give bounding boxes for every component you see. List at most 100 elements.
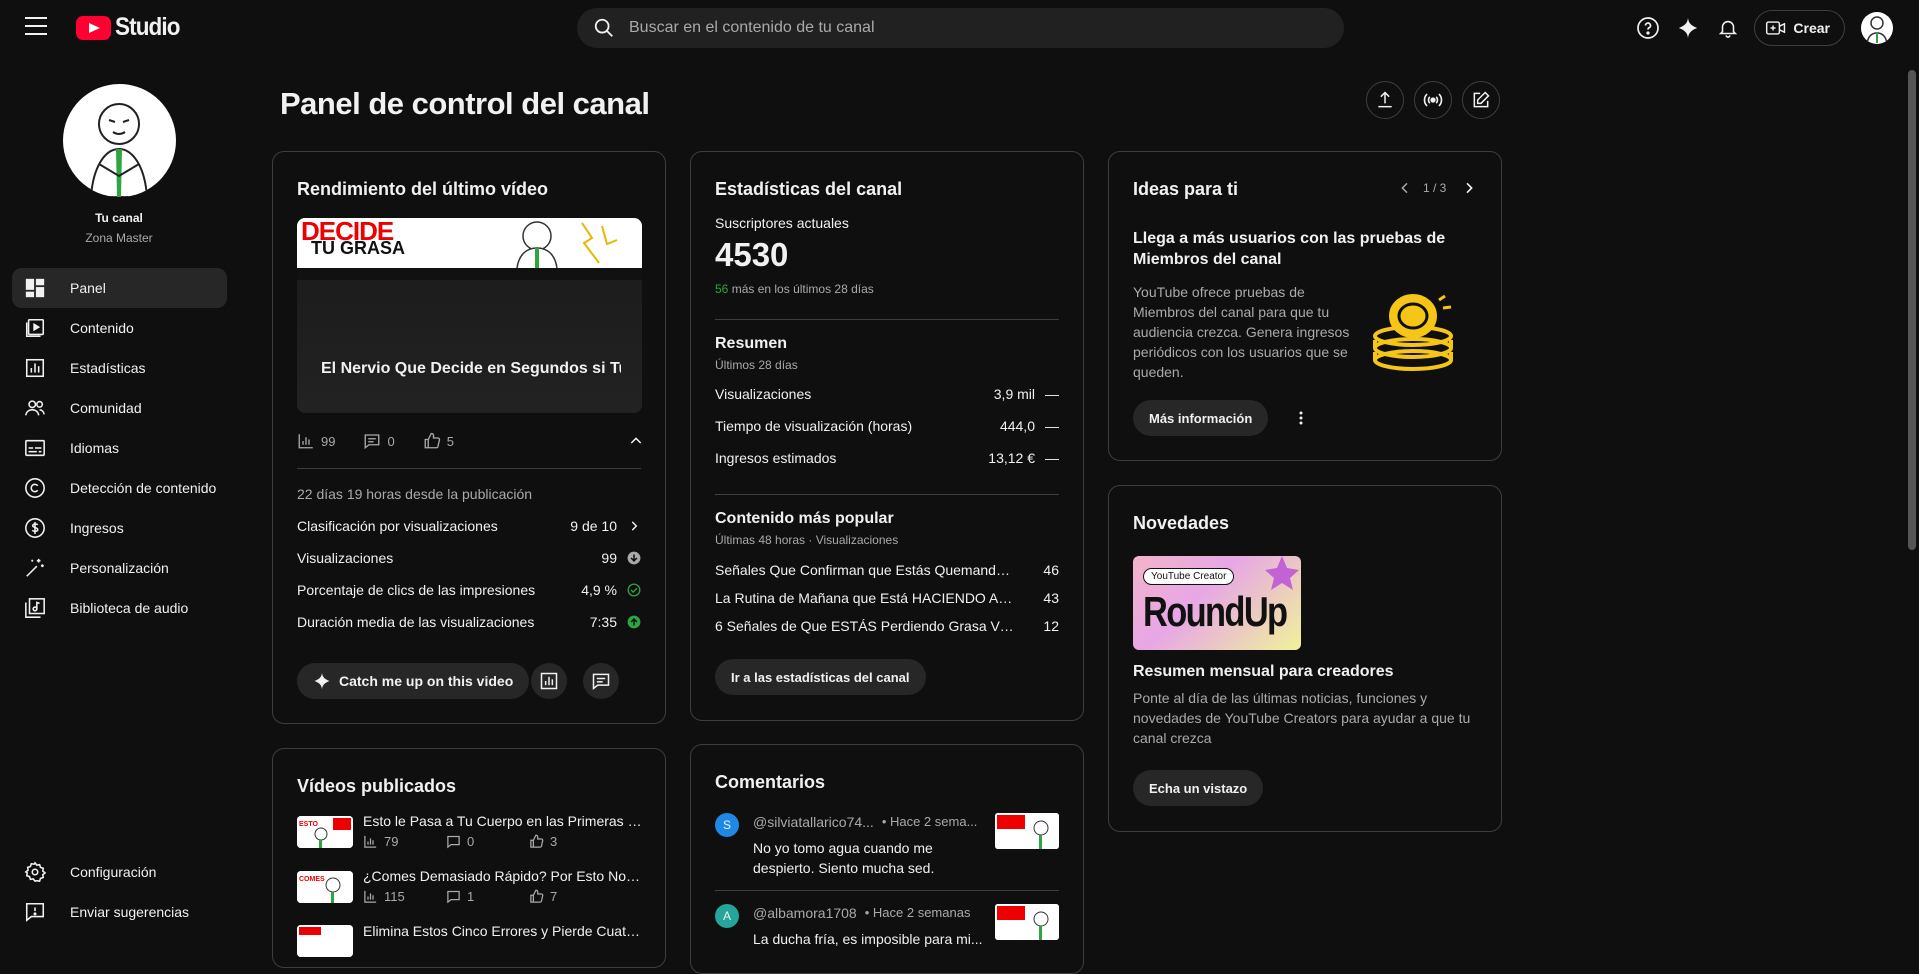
feedback-icon (25, 902, 45, 922)
chevron-up-icon[interactable] (628, 433, 644, 449)
search-box[interactable] (577, 8, 1344, 48)
sidebar-item-audio-library[interactable]: Biblioteca de audio (12, 588, 227, 628)
video-analytics-button[interactable] (531, 663, 567, 699)
more-info-button[interactable]: Más información (1133, 400, 1269, 436)
stat-row-ctr: Porcentaje de clics de las impresiones 4… (297, 582, 641, 598)
likes-count: 5 (446, 433, 454, 449)
coins-icon (1373, 294, 1453, 371)
summary-value: 13,12 € (988, 450, 1035, 466)
create-video-icon (1766, 21, 1786, 35)
summary-title: Resumen (715, 335, 788, 352)
sidebar-item-content[interactable]: Contenido (12, 308, 227, 348)
settings-label: Configuración (70, 864, 157, 880)
published-video-metrics: 115 1 7 (363, 889, 557, 904)
comment-author[interactable]: @albamora1708 (753, 905, 857, 921)
logo-text: Studio (115, 13, 180, 41)
create-label: Crear (1793, 20, 1830, 36)
popular-video-title: Señales Que Confirman que Estás Quemando… (715, 562, 1015, 578)
card-title: Rendimiento del último vídeo (297, 179, 549, 199)
chevron-left-icon[interactable] (1397, 180, 1413, 196)
stat-value: 99 (601, 550, 617, 566)
sidebar-item-analytics[interactable]: Estadísticas (12, 348, 227, 388)
more-vert-icon[interactable] (1291, 408, 1311, 428)
popular-row[interactable]: 6 Señales de Que ESTÁS Perdiendo Grasa V… (715, 618, 1059, 634)
take-a-look-button[interactable]: Echa un vistazo (1133, 770, 1264, 806)
roundup-thumbnail[interactable]: YouTube Creator RoundUp (1133, 556, 1301, 650)
summary-label: Ingresos estimados (715, 450, 837, 466)
video-thumbnail[interactable]: DECIDE TU GRASA El Nervio Que Decide en … (297, 218, 642, 413)
thumbs-up-icon (530, 834, 544, 848)
published-videos-card: Vídeos publicados ESTO Esto le Pasa a Tu… (272, 748, 666, 968)
comment-text: La ducha fría, es imposible para mi... (753, 931, 983, 947)
sidebar-item-feedback[interactable]: Enviar sugerencias (12, 892, 227, 932)
menu-icon[interactable] (25, 17, 47, 35)
sparkle-icon[interactable] (1668, 8, 1708, 48)
sidebar-item-content-detection[interactable]: Detección de contenido (12, 468, 227, 508)
popular-video-value: 43 (1043, 590, 1059, 606)
catch-me-up-button[interactable]: Catch me up on this video (297, 663, 530, 699)
bar-chart-icon (364, 890, 377, 903)
comments-count: 0 (467, 834, 475, 849)
popular-row[interactable]: Señales Que Confirman que Estás Quemando… (715, 562, 1059, 578)
comment-video-thumbnail[interactable] (995, 904, 1059, 940)
published-video-title[interactable]: ¿Comes Demasiado Rápido? Por Esto No Est… (363, 868, 643, 884)
channel-name: Zona Master (85, 231, 153, 245)
upload-button[interactable] (1366, 81, 1404, 119)
views-metric: 99 0 5 (297, 432, 454, 450)
content-icon (25, 318, 45, 338)
comments-count: 1 (467, 889, 475, 904)
create-post-button[interactable] (1462, 81, 1500, 119)
stat-label: Visualizaciones (297, 550, 394, 566)
stat-row-ranking[interactable]: Clasificación por visualizaciones 9 de 1… (297, 518, 641, 534)
catch-me-up-label: Catch me up on this video (339, 673, 514, 689)
sidebar-item-label: Comunidad (70, 400, 142, 416)
chevron-right-icon[interactable] (1461, 180, 1477, 196)
video-thumbnail-small[interactable]: COMES (297, 871, 353, 903)
stat-value: 9 de 10 (570, 518, 617, 534)
popular-title: Contenido más popular (715, 510, 894, 527)
go-live-button[interactable] (1414, 81, 1452, 119)
channel-label: Tu canal (95, 211, 143, 225)
sidebar-item-earn[interactable]: Ingresos (12, 508, 227, 548)
notifications-icon[interactable] (1708, 8, 1748, 48)
sidebar-item-panel[interactable]: Panel (12, 268, 227, 308)
thumb-text-2: TU GRASA (311, 238, 405, 258)
comment-header: @silviatallarico74... • Hace 2 sema... (753, 814, 977, 830)
popular-video-title: La Rutina de Mañana que Está HACIENDO AD… (715, 590, 1015, 606)
go-to-analytics-button[interactable]: Ir a las estadísticas del canal (715, 659, 926, 695)
sidebar-item-settings[interactable]: Configuración (12, 852, 227, 892)
page-scrollbar[interactable] (1908, 70, 1916, 550)
channel-avatar[interactable] (63, 84, 176, 197)
commenter-avatar[interactable]: A (715, 904, 739, 928)
video-thumbnail-small[interactable] (297, 925, 353, 957)
comments-count: 0 (387, 433, 395, 449)
comment-author[interactable]: @silviatallarico74... (753, 814, 874, 830)
youtube-logo-icon (76, 15, 111, 40)
search-input[interactable] (629, 19, 1279, 37)
published-video-title[interactable]: Esto le Pasa a Tu Cuerpo en las Primeras… (363, 813, 643, 829)
arrow-up-circle-icon (627, 615, 641, 629)
ideas-heading: Llega a más usuarios con las pruebas de … (1133, 230, 1446, 268)
commenter-avatar[interactable]: S (715, 813, 739, 837)
comment-video-thumbnail[interactable] (995, 813, 1059, 849)
stat-label: Porcentaje de clics de las impresiones (297, 582, 536, 598)
studio-logo[interactable]: Studio (76, 13, 187, 42)
video-thumbnail-small[interactable]: ESTO (297, 816, 353, 848)
stat-label: Duración media de las visualizaciones (297, 614, 535, 630)
subs-delta-row: 56 más en los últimos 28 días (715, 282, 874, 296)
stat-value: 4,9 % (581, 582, 617, 598)
sidebar-item-community[interactable]: Comunidad (12, 388, 227, 428)
channel-stats-card: Estadísticas del canal Suscriptores actu… (690, 151, 1084, 721)
sidebar-item-customization[interactable]: Personalización (12, 548, 227, 588)
check-circle-icon (627, 583, 641, 597)
comment-icon (592, 673, 610, 691)
sidebar-item-languages[interactable]: Idiomas (12, 428, 227, 468)
video-comments-button[interactable] (583, 663, 619, 699)
subs-delta: 56 (715, 282, 729, 296)
bar-chart-icon (298, 434, 313, 449)
help-icon[interactable] (1628, 8, 1668, 48)
account-avatar[interactable] (1861, 12, 1893, 44)
subs-label: Suscriptores actuales (715, 215, 849, 231)
popular-row[interactable]: La Rutina de Mañana que Está HACIENDO AD… (715, 590, 1059, 606)
create-button[interactable]: Crear (1754, 10, 1845, 46)
